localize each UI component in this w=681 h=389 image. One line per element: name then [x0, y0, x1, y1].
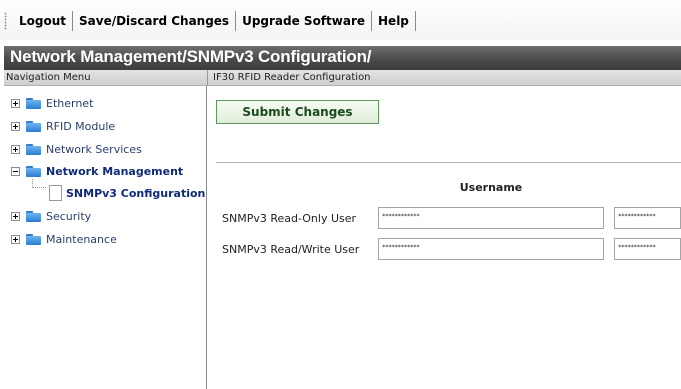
toolbar-separator [414, 11, 416, 31]
toolbar-buttons: Logout Save/Discard Changes Upgrade Soft… [4, 9, 416, 33]
expand-plus-icon[interactable] [11, 234, 20, 244]
nav-item-network-management[interactable]: Network Management [11, 163, 183, 179]
section-divider [216, 162, 681, 163]
upgrade-software-button[interactable]: Upgrade Software [236, 11, 371, 31]
page-title-bar: Network Management/SNMPv3 Configuration/ [4, 46, 681, 70]
read-only-user-label: SNMPv3 Read-Only User [222, 212, 357, 225]
folder-icon [26, 165, 41, 177]
nav-item-snmpv3-configuration[interactable]: SNMPv3 Configuration [49, 185, 205, 201]
header-divider [207, 70, 208, 86]
content-header: IF30 RFID Reader Configuration [213, 72, 371, 83]
nav-item-maintenance[interactable]: Maintenance [11, 231, 117, 247]
nav-item-network-services[interactable]: Network Services [11, 141, 142, 157]
nav-item-security[interactable]: Security [11, 208, 91, 224]
nav-item-label: Security [46, 209, 92, 223]
panel-divider [206, 86, 207, 389]
logout-button[interactable]: Logout [13, 11, 72, 31]
read-write-username-field[interactable]: ************ [378, 238, 604, 260]
folder-icon [26, 143, 41, 155]
username-column-header: Username [459, 181, 523, 194]
expand-plus-icon[interactable] [11, 121, 20, 131]
navigation-tree: Ethernet RFID Module Network Services Ne… [0, 86, 206, 389]
page-title: Network Management/SNMPv3 Configuration/ [10, 47, 372, 66]
read-only-username-field[interactable]: ************ [378, 207, 604, 229]
submit-changes-button[interactable]: Submit Changes [216, 100, 379, 124]
toolbar-grip-icon [4, 12, 7, 30]
help-button[interactable]: Help [372, 11, 415, 31]
expand-plus-icon[interactable] [11, 211, 20, 221]
nav-item-label: RFID Module [46, 119, 116, 133]
nav-item-rfid-module[interactable]: RFID Module [11, 118, 115, 134]
expand-plus-icon[interactable] [11, 98, 20, 108]
navigation-menu-header: Navigation Menu [6, 72, 91, 83]
expand-plus-icon[interactable] [11, 144, 20, 154]
read-only-second-field[interactable]: ************ [614, 207, 681, 229]
top-toolbar: Logout Save/Discard Changes Upgrade Soft… [0, 0, 681, 40]
collapse-minus-icon[interactable] [11, 166, 20, 176]
tree-connector [32, 179, 46, 188]
read-write-user-label: SNMPv3 Read/Write User [222, 243, 360, 256]
folder-icon [26, 210, 41, 222]
nav-item-label: Network Services [46, 142, 142, 156]
folder-icon [26, 120, 41, 132]
nav-item-label: Maintenance [46, 232, 117, 246]
folder-icon [26, 97, 41, 109]
nav-item-ethernet[interactable]: Ethernet [11, 95, 93, 111]
nav-item-label: SNMPv3 Configuration [66, 186, 206, 200]
folder-icon [26, 233, 41, 245]
read-write-second-field[interactable]: ************ [614, 238, 681, 260]
page-icon [49, 185, 62, 201]
column-header-strip: Navigation Menu IF30 RFID Reader Configu… [4, 70, 681, 86]
nav-item-label: Network Management [46, 164, 184, 178]
save-discard-changes-button[interactable]: Save/Discard Changes [73, 11, 235, 31]
nav-item-label: Ethernet [46, 96, 94, 110]
